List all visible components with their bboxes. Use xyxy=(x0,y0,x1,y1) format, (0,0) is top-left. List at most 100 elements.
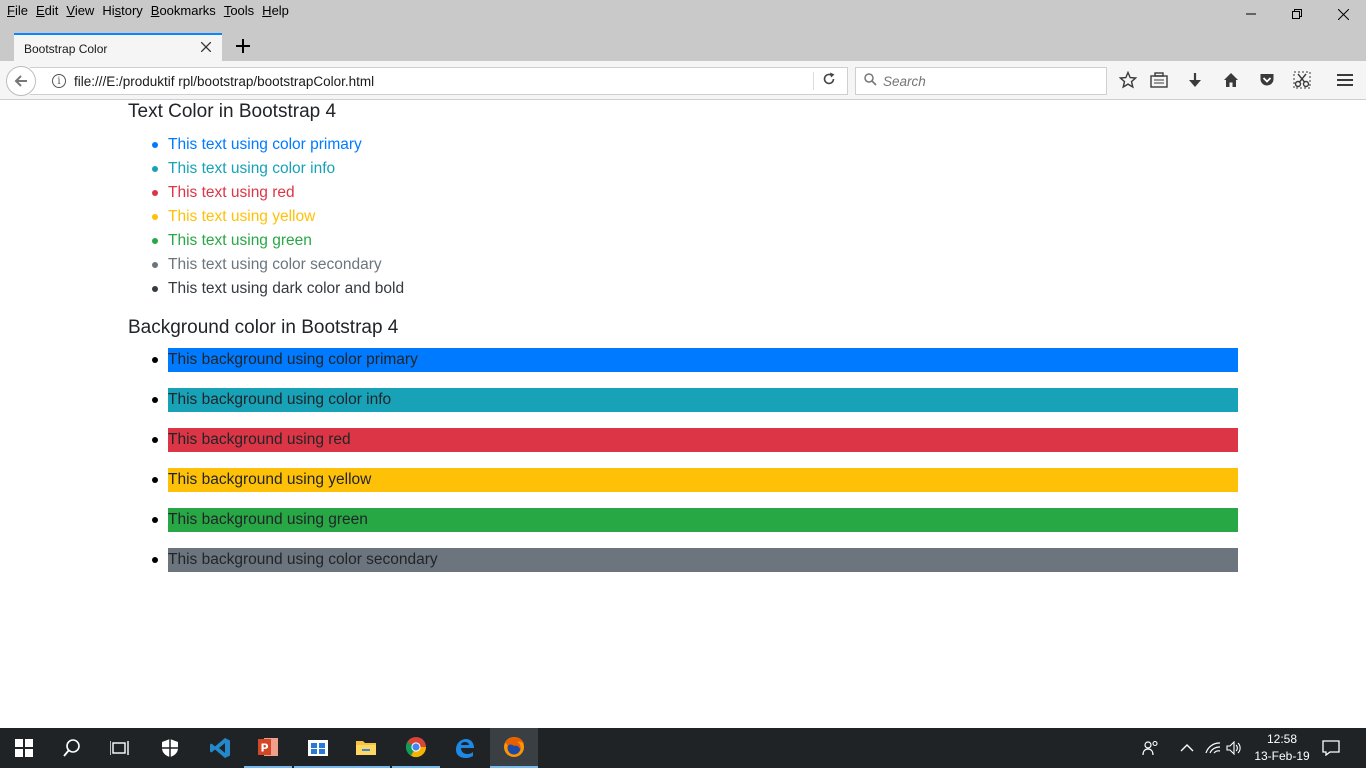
speaker-icon xyxy=(1226,741,1241,755)
pocket-icon xyxy=(1260,74,1274,86)
taskbar-file-explorer[interactable] xyxy=(342,728,390,768)
screenshot-button[interactable] xyxy=(1292,70,1312,90)
taskbar: P 12:58 13-Feb-19 xyxy=(0,728,1366,768)
bg-item-secondary: This background using color secondary xyxy=(152,548,1238,572)
store-icon xyxy=(308,740,328,756)
minimize-button[interactable] xyxy=(1228,0,1274,28)
restore-button[interactable] xyxy=(1274,0,1320,28)
powerpoint-icon: P xyxy=(258,738,278,756)
taskbar-firefox[interactable] xyxy=(490,728,538,768)
start-button[interactable] xyxy=(0,728,48,768)
hamburger-menu-button[interactable] xyxy=(1335,70,1355,90)
home-icon xyxy=(1224,73,1238,87)
edge-icon xyxy=(456,739,474,758)
volume-button[interactable] xyxy=(1226,728,1242,768)
hamburger-icon xyxy=(1337,74,1353,86)
info-icon[interactable]: i xyxy=(52,74,66,88)
reload-button[interactable] xyxy=(822,72,836,90)
menu-file[interactable]: File xyxy=(3,1,32,21)
taskbar-search-button[interactable] xyxy=(48,728,96,768)
bg-item-yellow: This background using yellow xyxy=(152,468,1238,492)
menu-bar: File Edit View History Bookmarks Tools H… xyxy=(0,0,293,22)
search-input[interactable] xyxy=(883,73,1103,89)
url-text[interactable]: file:///E:/produktif rpl/bootstrap/boots… xyxy=(74,74,374,89)
people-icon xyxy=(1142,740,1158,756)
close-icon xyxy=(201,42,211,52)
clock-time: 12:58 xyxy=(1266,732,1298,746)
scissors-icon xyxy=(1293,71,1311,89)
search-icon xyxy=(864,73,877,89)
minimize-icon xyxy=(1246,13,1256,15)
firefox-icon xyxy=(504,737,524,757)
background-color-heading: Background color in Bootstrap 4 xyxy=(128,317,399,338)
tab-close-button[interactable] xyxy=(198,39,214,55)
show-hidden-icons-button[interactable] xyxy=(1180,728,1194,768)
task-view-button[interactable] xyxy=(96,728,144,768)
text-item-red: This text using red xyxy=(151,181,404,205)
windows-logo-icon xyxy=(15,739,33,757)
navigation-toolbar: i file:///E:/produktif rpl/bootstrap/boo… xyxy=(0,61,1366,100)
task-view-icon xyxy=(110,741,129,755)
close-window-button[interactable] xyxy=(1320,0,1366,28)
bg-item-info: This background using color info xyxy=(152,388,1238,412)
text-item-green: This text using green xyxy=(151,229,404,253)
downloads-button[interactable] xyxy=(1185,70,1205,90)
url-bar[interactable]: i file:///E:/produktif rpl/bootstrap/boo… xyxy=(30,67,848,95)
text-item-secondary: This text using color secondary xyxy=(151,253,404,277)
people-button[interactable] xyxy=(1142,728,1160,768)
bg-item-green: This background using green xyxy=(152,508,1238,532)
download-icon xyxy=(1189,73,1201,87)
url-separator xyxy=(813,72,814,90)
vscode-icon xyxy=(210,738,230,758)
wifi-icon xyxy=(1205,742,1221,754)
taskbar-vscode[interactable] xyxy=(196,728,244,768)
taskbar-chrome[interactable] xyxy=(392,728,440,768)
tab-title: Bootstrap Color xyxy=(24,41,108,56)
file-explorer-icon xyxy=(356,741,376,755)
menu-history[interactable]: History xyxy=(98,1,146,21)
action-center-button[interactable] xyxy=(1322,728,1340,768)
system-clock[interactable]: 12:58 13-Feb-19 xyxy=(1250,731,1314,765)
taskbar-edge[interactable] xyxy=(440,728,488,768)
back-button[interactable] xyxy=(6,66,36,96)
restore-icon xyxy=(1292,9,1302,19)
menu-help[interactable]: Help xyxy=(258,1,293,21)
background-color-list: This background using color primary This… xyxy=(152,348,1238,588)
text-item-yellow: This text using yellow xyxy=(151,205,404,229)
new-tab-button[interactable] xyxy=(232,35,254,57)
library-button[interactable] xyxy=(1149,70,1169,90)
network-button[interactable] xyxy=(1205,728,1221,768)
notification-icon xyxy=(1322,740,1340,756)
menu-tools[interactable]: Tools xyxy=(220,1,258,21)
menu-view[interactable]: View xyxy=(62,1,98,21)
menu-edit[interactable]: Edit xyxy=(32,1,62,21)
tab-strip: Bootstrap Color xyxy=(0,33,1366,62)
close-icon xyxy=(1337,8,1349,20)
home-button[interactable] xyxy=(1221,70,1241,90)
library-icon xyxy=(1150,72,1168,88)
text-color-heading: Text Color in Bootstrap 4 xyxy=(128,101,337,122)
page-content: Text Color in Bootstrap 4 This text usin… xyxy=(0,101,1366,728)
svg-text:P: P xyxy=(260,742,268,755)
search-icon xyxy=(63,739,80,757)
tab-bootstrap-color[interactable]: Bootstrap Color xyxy=(14,33,222,62)
star-icon xyxy=(1119,71,1137,89)
arrow-left-icon xyxy=(14,75,27,87)
bookmark-star-button[interactable] xyxy=(1118,70,1138,90)
menu-bookmarks[interactable]: Bookmarks xyxy=(147,1,220,21)
clock-date: 13-Feb-19 xyxy=(1254,749,1310,763)
taskbar-store[interactable] xyxy=(294,728,342,768)
plus-icon xyxy=(236,39,250,53)
text-color-list: This text using color primary This text … xyxy=(151,133,404,301)
taskbar-defender[interactable] xyxy=(146,728,194,768)
text-item-primary: This text using color primary xyxy=(151,133,404,157)
taskbar-powerpoint[interactable]: P xyxy=(244,728,292,768)
pocket-button[interactable] xyxy=(1257,70,1277,90)
chevron-up-icon xyxy=(1180,744,1194,752)
search-bar[interactable] xyxy=(855,67,1107,95)
text-item-dark: This text using dark color and bold xyxy=(151,277,404,301)
bg-item-red: This background using red xyxy=(152,428,1238,452)
text-item-info: This text using color info xyxy=(151,157,404,181)
chrome-icon xyxy=(405,737,427,758)
bg-item-primary: This background using color primary xyxy=(152,348,1238,372)
